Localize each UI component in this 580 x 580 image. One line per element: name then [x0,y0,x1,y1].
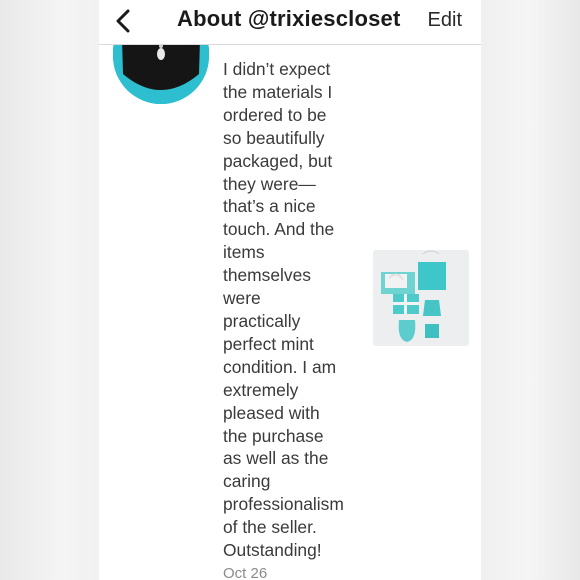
chevron-left-icon [116,9,130,33]
screenshot-frame: ​ I didn’t expect the materials I ordere… [0,0,580,580]
app-screen: ​ I didn’t expect the materials I ordere… [99,0,481,580]
review-text: I didn’t expect the materials I ordered … [223,59,344,561]
page-title: About @trixiescloset [177,6,401,31]
review-date: Oct 26 [223,565,268,580]
review-photo-thumbnail[interactable] [373,250,469,346]
back-button[interactable] [109,6,141,38]
review-photo [373,250,469,346]
top-navigation-bar: About @trixiescloset Edit [99,0,481,45]
edit-button[interactable]: Edit [428,9,462,32]
